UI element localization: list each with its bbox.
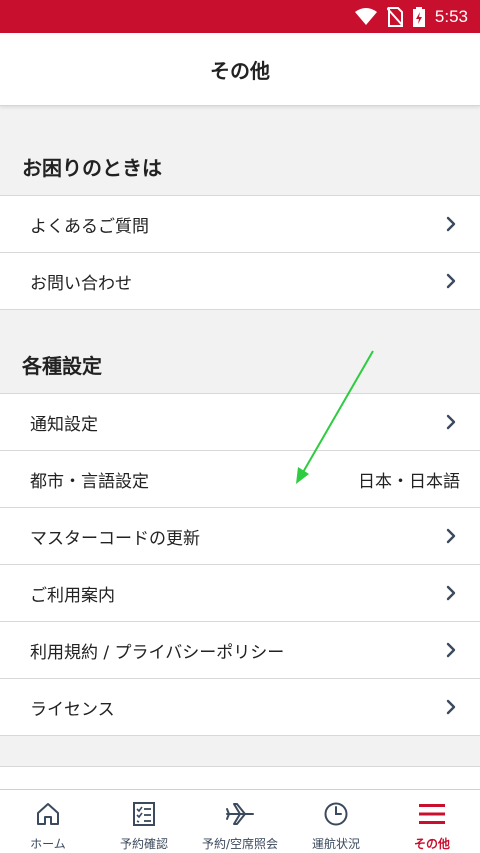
checklist-icon <box>132 799 156 829</box>
faq-row[interactable]: よくあるご質問 <box>0 196 480 253</box>
nav-booking-seats-label: 予約/空席照会 <box>201 837 279 851</box>
usage-guide-label: ご利用案内 <box>30 585 115 606</box>
section-title-help: お困りのときは <box>0 112 480 196</box>
master-code-update-label: マスターコードの更新 <box>30 528 200 549</box>
nav-flight-status-label: 運航状況 <box>311 837 360 851</box>
city-language-label: 都市・言語設定 <box>30 471 149 492</box>
nav-other-label: その他 <box>413 837 450 851</box>
airplane-icon <box>225 799 255 829</box>
terms-privacy-label: 利用規約 / プライバシーポリシー <box>30 642 285 663</box>
nav-reservation-check-label: 予約確認 <box>119 837 168 851</box>
license-label: ライセンス <box>30 699 115 720</box>
list-item[interactable] <box>0 767 480 789</box>
chevron-right-icon <box>446 414 458 430</box>
bottom-nav: ホーム 予約確認 予約/空席照会 運航状況 その他 <box>0 789 480 853</box>
section-spacer <box>0 736 480 767</box>
status-bar: 5:53 <box>0 0 480 33</box>
contact-row[interactable]: お問い合わせ <box>0 253 480 310</box>
nav-other[interactable]: その他 <box>384 790 480 853</box>
app-header: その他 <box>0 33 480 106</box>
battery-charging-icon <box>412 6 425 27</box>
no-sim-icon <box>386 6 403 27</box>
status-time: 5:53 <box>434 6 468 26</box>
nav-home-label: ホーム <box>30 837 66 851</box>
section-title-settings: 各種設定 <box>0 310 480 394</box>
nav-booking-seats[interactable]: 予約/空席照会 <box>192 790 288 853</box>
terms-privacy-row[interactable]: 利用規約 / プライバシーポリシー <box>0 622 480 679</box>
nav-flight-status[interactable]: 運航状況 <box>288 790 384 853</box>
chevron-right-icon <box>446 699 458 715</box>
chevron-right-icon <box>446 642 458 658</box>
chevron-right-icon <box>446 216 458 232</box>
license-row[interactable]: ライセンス <box>0 679 480 736</box>
wifi-icon <box>354 7 377 26</box>
nav-home[interactable]: ホーム <box>0 790 96 853</box>
faq-label: よくあるご質問 <box>30 216 149 237</box>
master-code-update-row[interactable]: マスターコードの更新 <box>0 508 480 565</box>
chevron-right-icon <box>446 273 458 289</box>
notification-settings-label: 通知設定 <box>30 414 98 435</box>
notification-settings-row[interactable]: 通知設定 <box>0 394 480 451</box>
usage-guide-row[interactable]: ご利用案内 <box>0 565 480 622</box>
city-language-row[interactable]: 都市・言語設定 日本・日本語 <box>0 451 480 508</box>
city-language-value: 日本・日本語 <box>358 471 460 492</box>
menu-icon <box>418 799 446 829</box>
contact-label: お問い合わせ <box>30 273 132 294</box>
clock-icon <box>323 799 349 829</box>
chevron-right-icon <box>446 528 458 544</box>
settings-list[interactable]: お困りのときは よくあるご質問 お問い合わせ 各種設定 通知設定 都市・言語設定… <box>0 112 480 789</box>
home-icon <box>35 799 61 829</box>
page-title: その他 <box>210 58 270 83</box>
chevron-right-icon <box>446 585 458 601</box>
nav-reservation-check[interactable]: 予約確認 <box>96 790 192 853</box>
